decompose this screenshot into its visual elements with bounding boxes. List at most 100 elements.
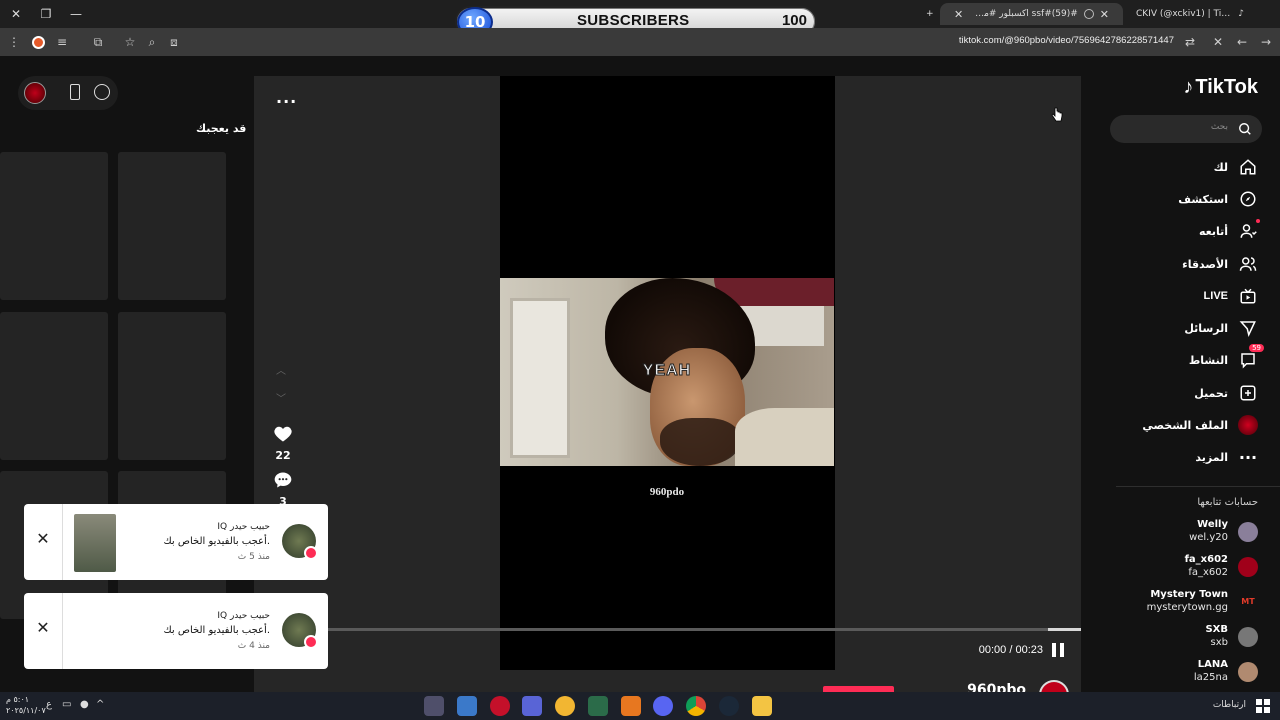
- site-settings-icon[interactable]: ⇄: [1182, 34, 1198, 50]
- close-notification-icon[interactable]: ✕: [34, 530, 52, 548]
- new-tab-button[interactable]: +: [918, 3, 938, 25]
- language-indicator[interactable]: ع: [46, 699, 58, 711]
- tab-close-icon[interactable]: ✕: [1100, 8, 1109, 21]
- minimize-window-icon[interactable]: —: [60, 0, 92, 28]
- account-avatar: [1238, 627, 1258, 647]
- notification-time: منذ 4 ث: [237, 641, 270, 651]
- recorder-app-icon[interactable]: [490, 696, 510, 716]
- next-video-chevron-icon[interactable]: ﹀: [276, 390, 286, 405]
- zoom-icon[interactable]: ⌕: [144, 34, 160, 50]
- hand-cursor-icon: [1051, 107, 1063, 122]
- sidebar-item-explore[interactable]: استكشف: [1178, 188, 1258, 210]
- heart-like-icon[interactable]: [273, 424, 293, 444]
- mobile-app-icon[interactable]: [70, 84, 80, 100]
- sidebar-divider: [1116, 486, 1280, 487]
- notification-video-thumb[interactable]: [74, 514, 116, 572]
- recommended-video-thumb[interactable]: [118, 312, 226, 460]
- tab-favicon: [1083, 9, 1094, 19]
- playlist-icon[interactable]: ≡: [54, 34, 70, 50]
- address-bar-url[interactable]: tiktok.com/@960pbo/video/756964278622857…: [959, 35, 1174, 46]
- more-options-button[interactable]: ...: [276, 88, 297, 107]
- like-notification[interactable]: ✕ IQ حبيب حيدر أعجب بالفيديو الخاص بك. م…: [24, 593, 328, 669]
- search-input[interactable]: بحث: [1110, 115, 1262, 143]
- teams-app-icon[interactable]: [522, 696, 542, 716]
- install-app-icon[interactable]: ⧈: [166, 34, 182, 50]
- sidebar-item-activity[interactable]: 59 النشاط: [1189, 344, 1264, 371]
- user-avatar[interactable]: [24, 82, 46, 104]
- notification-message: أعجب بالفيديو الخاص بك.: [163, 625, 270, 636]
- windows-start-icon[interactable]: [1256, 699, 1270, 713]
- microphone-icon[interactable]: ●: [80, 699, 92, 711]
- taskbar-clock-time[interactable]: ٥:٠١ م: [6, 695, 29, 704]
- video-player[interactable]: YEAH 960pdo ... ︿ ﹀ 22 3 00:00 / 00:23 9…: [254, 76, 1081, 692]
- sidebar-item-live[interactable]: LIVE: [1204, 285, 1258, 307]
- taskbar-clock-date[interactable]: ٢٠٢٥/١١/٠٧: [6, 706, 46, 715]
- video-progress-bar[interactable]: [254, 628, 1081, 631]
- new-dot: [1256, 219, 1260, 223]
- restore-window-icon[interactable]: ❐: [30, 0, 62, 28]
- recommended-video-thumb[interactable]: [0, 312, 108, 460]
- bookmark-star-icon[interactable]: ☆: [122, 34, 138, 50]
- search-icon[interactable]: [1238, 122, 1252, 136]
- chrome-app-icon[interactable]: [424, 696, 444, 716]
- like-count: 22: [275, 449, 291, 462]
- person-beard: [660, 418, 740, 466]
- close-notification-icon[interactable]: ✕: [34, 619, 52, 637]
- author-name[interactable]: 960pbo: [967, 682, 1026, 692]
- heart-badge-icon: [304, 546, 318, 560]
- taskbar-widget-label[interactable]: ارتباطات: [1213, 700, 1246, 710]
- like-notification[interactable]: ✕ IQ حبيب حيدر أعجب بالفيديو الخاص بك. م…: [24, 504, 328, 580]
- menu-dots-icon[interactable]: ⋮: [6, 34, 22, 50]
- tiktok-favicon: ♪: [1238, 9, 1244, 19]
- author-avatar[interactable]: [1039, 680, 1069, 692]
- followed-account[interactable]: LANA la25na: [1118, 657, 1258, 687]
- extensions-icon[interactable]: ⧉: [90, 34, 106, 50]
- live-icon: [1238, 286, 1258, 306]
- followed-account[interactable]: fa_x602 fa_x602: [1118, 552, 1258, 582]
- comment-icon[interactable]: [273, 470, 293, 490]
- previous-video-chevron-icon[interactable]: ︿: [276, 362, 286, 377]
- close-window-icon[interactable]: ✕: [0, 0, 32, 28]
- explorer-window-icon[interactable]: [457, 696, 477, 716]
- recommended-video-thumb[interactable]: [118, 152, 226, 300]
- profile-icon[interactable]: [30, 34, 46, 50]
- sidebar-item-messages[interactable]: الرسائل: [1184, 317, 1258, 339]
- reload-stop-icon[interactable]: ✕: [1210, 34, 1226, 50]
- discord-app-icon[interactable]: [653, 696, 673, 716]
- followed-account[interactable]: Welly wel.y20: [1118, 517, 1258, 547]
- browser-toolbar: ⋮ ≡ ⧉ ☆ ⌕ ⧈ tiktok.com/@960pbo/video/756…: [0, 28, 1280, 56]
- notification-user-name: IQ حبيب حيدر: [217, 611, 270, 621]
- sidebar-item-friends[interactable]: الأصدقاء: [1182, 253, 1258, 275]
- tab-title: CKIV (@xckiv1) | TikTok(65): [1136, 9, 1235, 19]
- file-explorer-icon[interactable]: [752, 696, 772, 716]
- forward-arrow-icon[interactable]: →: [1258, 34, 1274, 50]
- excel-app-icon[interactable]: [588, 696, 608, 716]
- chrome-browser-icon[interactable]: [686, 696, 706, 716]
- tab-active[interactable]: ✕ #ssf#(59) أكسبلور #مسترى ✕: [940, 3, 1123, 25]
- back-arrow-icon[interactable]: ←: [1234, 34, 1250, 50]
- tray-chevron-icon[interactable]: ^: [96, 699, 108, 711]
- followed-account[interactable]: SXB sxb: [1118, 622, 1258, 652]
- steam-app-icon[interactable]: [719, 696, 739, 716]
- network-icon[interactable]: ▭: [62, 699, 74, 711]
- progress-fill: [1047, 628, 1081, 631]
- followed-account[interactable]: MT Mystery Town mysterytown.gg: [1118, 587, 1258, 617]
- vlc-app-icon[interactable]: [621, 696, 641, 716]
- tiktok-logo[interactable]: ♪ TikTok: [1183, 76, 1258, 99]
- sidebar-item-more[interactable]: ··· المزيد: [1195, 446, 1258, 468]
- tab-tiktok-profile[interactable]: CKIV (@xckiv1) | TikTok(65) ♪: [1128, 3, 1252, 25]
- sidebar-item-for-you[interactable]: لك: [1214, 156, 1258, 178]
- video-frame[interactable]: YEAH: [500, 278, 834, 466]
- home-icon: [1238, 157, 1258, 177]
- chat-app-icon[interactable]: [555, 696, 575, 716]
- sidebar-item-upload[interactable]: تحميل: [1194, 382, 1258, 404]
- notification-message: أعجب بالفيديو الخاص بك.: [163, 536, 270, 547]
- pause-icon[interactable]: [1051, 643, 1065, 657]
- compass-small-icon[interactable]: [94, 84, 110, 100]
- heart-badge-icon: [304, 635, 318, 649]
- person-shoulder: [735, 408, 834, 466]
- tab-close-icon[interactable]: ✕: [954, 8, 963, 21]
- sidebar-item-profile[interactable]: الملف الشخصي: [1142, 414, 1258, 436]
- recommended-video-thumb[interactable]: [0, 152, 108, 300]
- sidebar-item-following[interactable]: أتابعه: [1199, 219, 1260, 242]
